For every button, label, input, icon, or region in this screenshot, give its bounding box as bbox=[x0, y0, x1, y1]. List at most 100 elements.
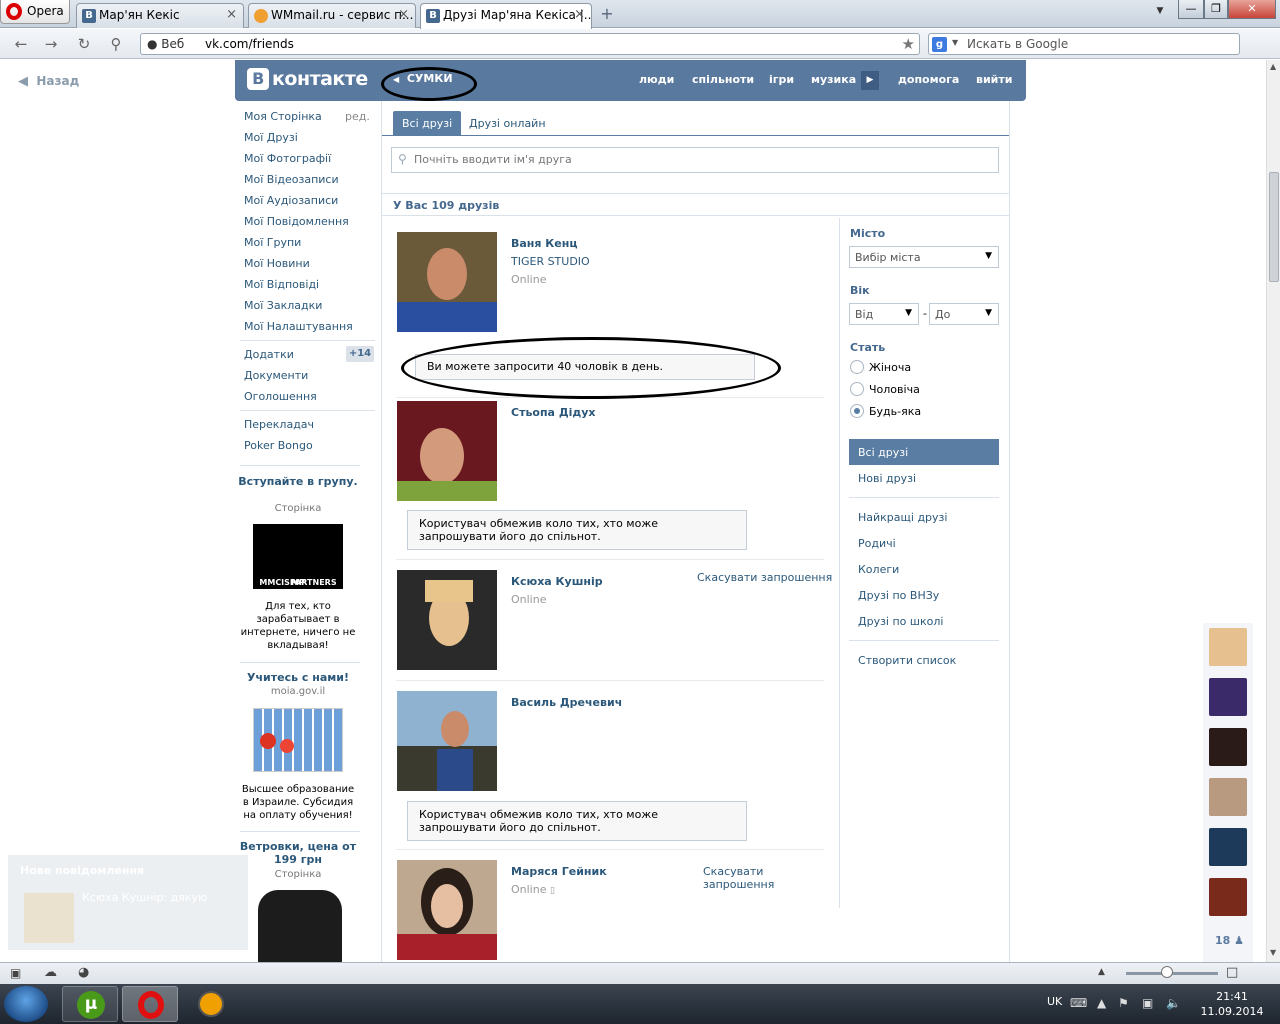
filter-school-friends[interactable]: Друзі по школі bbox=[858, 615, 943, 628]
filter-best-friends[interactable]: Найкращі друзі bbox=[858, 511, 947, 524]
online-friend-avatar[interactable] bbox=[1209, 728, 1247, 766]
page-scrollbar[interactable]: ▲ ▼ bbox=[1266, 60, 1280, 962]
vk-logo[interactable]: Вконтакте bbox=[247, 68, 368, 90]
menu-documents[interactable]: Документи bbox=[244, 369, 308, 382]
close-window-icon[interactable]: ✕ bbox=[1228, 0, 1276, 19]
cancel-invite-link[interactable]: Скасувати запрошення bbox=[703, 865, 783, 891]
apps-count-badge[interactable]: +14 bbox=[346, 346, 374, 362]
nav-people[interactable]: люди bbox=[639, 73, 674, 86]
menu-my-news[interactable]: Мої Новини bbox=[244, 257, 310, 270]
filter-university-friends[interactable]: Друзі по ВНЗу bbox=[858, 589, 939, 602]
friend-name[interactable]: Маряся Гейник bbox=[511, 865, 607, 878]
zoom-slider-knob[interactable] bbox=[1161, 966, 1173, 978]
panel-toggle-icon[interactable]: ▣ bbox=[10, 966, 21, 980]
menu-ads[interactable]: Оголошення bbox=[244, 390, 317, 403]
new-message-notification[interactable]: Нове повідомлення Ксюха Кушнір: дякую bbox=[8, 855, 248, 950]
aimp-taskbar-button[interactable] bbox=[196, 989, 226, 1019]
ad-education-image[interactable] bbox=[253, 708, 343, 772]
online-friend-avatar[interactable] bbox=[1209, 678, 1247, 716]
zoom-up-icon[interactable]: ▲ bbox=[1098, 967, 1105, 977]
volume-icon[interactable]: 🔈 bbox=[1166, 996, 1181, 1010]
browser-tab-2[interactable]: WMmail.ru - сервис п... × bbox=[248, 3, 416, 28]
speed-dial-icon[interactable]: ◕ bbox=[78, 965, 89, 980]
browser-tab-1[interactable]: B Мар'ян Кекіс × bbox=[76, 3, 244, 28]
search-engine-dropdown-icon[interactable]: ▼ bbox=[952, 38, 958, 47]
play-icon[interactable]: ▶ bbox=[861, 71, 879, 90]
reload-icon[interactable]: ↻ bbox=[73, 34, 95, 54]
gender-female-label[interactable]: Жіноча bbox=[869, 361, 911, 374]
ad-jacket-image[interactable] bbox=[258, 890, 342, 962]
opera-menu-button[interactable]: Opera bbox=[0, 0, 70, 24]
online-count[interactable]: 18 ♟ bbox=[1215, 934, 1244, 947]
online-friend-avatar[interactable] bbox=[1209, 878, 1247, 916]
friend-name[interactable]: Стьопа Дідух bbox=[511, 406, 596, 419]
cloud-icon[interactable]: ☁ bbox=[44, 965, 57, 980]
create-list-link[interactable]: Створити список bbox=[858, 654, 956, 667]
gender-female-radio[interactable] bbox=[850, 360, 864, 374]
scroll-up-icon[interactable]: ▲ bbox=[1270, 62, 1276, 71]
edit-link[interactable]: ред. bbox=[345, 110, 370, 123]
web-badge[interactable]: ● Веб bbox=[147, 37, 184, 51]
friend-avatar[interactable] bbox=[397, 860, 497, 960]
url-field[interactable]: ● Веб vk.com/friends ★ bbox=[140, 33, 920, 55]
gender-any-label[interactable]: Будь-яка bbox=[869, 405, 921, 418]
maximize-icon[interactable]: ❐ bbox=[1204, 0, 1228, 19]
filter-new-friends[interactable]: Нові друзі bbox=[858, 472, 916, 485]
nav-music[interactable]: музика bbox=[811, 73, 856, 86]
online-friend-avatar[interactable] bbox=[1209, 628, 1247, 666]
network-icon[interactable]: ▣ bbox=[1142, 996, 1153, 1010]
gender-any-radio[interactable] bbox=[850, 404, 864, 418]
utorrent-taskbar-button[interactable]: µ bbox=[62, 986, 118, 1022]
friend-name[interactable]: Ксюха Кушнір bbox=[511, 575, 603, 588]
menu-my-answers[interactable]: Мої Відповіді bbox=[244, 278, 319, 291]
filter-all-friends[interactable]: Всі друзі bbox=[849, 439, 999, 465]
google-icon[interactable]: g bbox=[932, 37, 947, 52]
nav-communities[interactable]: спільноти bbox=[692, 73, 754, 86]
ad-text[interactable]: Для тех, кто зарабатывает в интернете, н… bbox=[238, 600, 358, 652]
forward-arrow-icon[interactable]: → bbox=[40, 34, 62, 54]
filter-colleagues[interactable]: Колеги bbox=[858, 563, 899, 576]
gender-male-radio[interactable] bbox=[850, 382, 864, 396]
scroll-down-icon[interactable]: ▼ bbox=[1270, 948, 1276, 957]
language-indicator[interactable]: UK bbox=[1047, 995, 1062, 1008]
taskbar-clock[interactable]: 21:41 11.09.2014 bbox=[1192, 989, 1272, 1019]
nav-help[interactable]: допомога bbox=[898, 73, 959, 86]
menu-translator[interactable]: Перекладач bbox=[244, 418, 314, 431]
close-tab-icon[interactable]: × bbox=[574, 7, 585, 22]
menu-my-friends[interactable]: Мої Друзі bbox=[244, 131, 298, 144]
online-friend-avatar[interactable] bbox=[1209, 828, 1247, 866]
menu-my-videos[interactable]: Мої Відеозаписи bbox=[244, 173, 339, 186]
gender-male-label[interactable]: Чоловіча bbox=[869, 383, 920, 396]
friend-avatar[interactable] bbox=[397, 570, 497, 670]
minimize-icon[interactable]: — bbox=[1178, 0, 1204, 19]
back-link[interactable]: ◀ Назад bbox=[18, 74, 79, 89]
show-hidden-icons[interactable]: ▲ bbox=[1097, 996, 1106, 1010]
close-tab-icon[interactable]: × bbox=[398, 7, 409, 22]
menu-my-page[interactable]: Моя Сторінка bbox=[244, 110, 322, 123]
action-center-flag-icon[interactable]: ⚑ bbox=[1118, 996, 1129, 1010]
friend-name[interactable]: Василь Дречевич bbox=[511, 696, 622, 709]
friend-avatar[interactable] bbox=[397, 401, 497, 501]
menu-my-bookmarks[interactable]: Мої Закладки bbox=[244, 299, 322, 312]
online-friend-avatar[interactable] bbox=[1209, 778, 1247, 816]
friend-avatar[interactable] bbox=[397, 691, 497, 791]
friend-avatar[interactable] bbox=[397, 232, 497, 332]
menu-my-audio[interactable]: Мої Аудіозаписи bbox=[244, 194, 338, 207]
friend-subtitle[interactable]: TIGER STUDIO bbox=[511, 255, 590, 268]
ad-text[interactable]: Высшее образование в Израиле. Субсидия н… bbox=[238, 783, 358, 822]
nav-logout[interactable]: вийти bbox=[976, 73, 1012, 86]
scrollbar-thumb[interactable] bbox=[1269, 172, 1279, 282]
browser-tab-3-active[interactable]: B Друзі Мар'яна Кекіса |... × bbox=[420, 3, 592, 29]
tab-list-icon[interactable]: ▼ bbox=[1146, 2, 1174, 21]
filter-relatives[interactable]: Родичі bbox=[858, 537, 896, 550]
opera-taskbar-button[interactable] bbox=[122, 986, 178, 1022]
menu-my-messages[interactable]: Мої Повідомлення bbox=[244, 215, 349, 228]
menu-poker-bongo[interactable]: Poker Bongo bbox=[244, 439, 313, 452]
menu-my-settings[interactable]: Мої Налаштування bbox=[244, 320, 353, 333]
ad-title[interactable]: Вступайте в групу. bbox=[238, 475, 358, 488]
cancel-invite-link[interactable]: Скасувати запрошення bbox=[697, 571, 832, 584]
bookmark-star-icon[interactable]: ★ bbox=[902, 35, 915, 53]
url-text[interactable]: vk.com/friends bbox=[205, 37, 294, 51]
search-field[interactable]: g ▼ Искать в Google bbox=[928, 33, 1240, 55]
friend-search-input[interactable]: ⚲ Почніть вводити ім'я друга bbox=[391, 147, 999, 173]
